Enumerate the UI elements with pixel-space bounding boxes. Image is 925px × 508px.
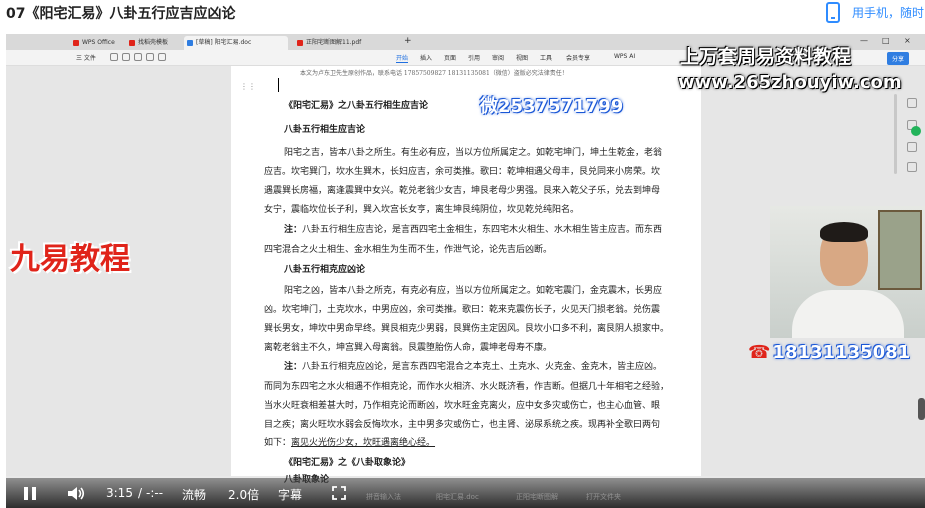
document-paragraph-line: 阳宅之吉，皆本八卦之所生。有生必有应，当以方位所属定之。如乾宅坤门，坤土生乾金，… bbox=[284, 148, 663, 158]
wall-painting bbox=[878, 210, 922, 290]
subtitle-button[interactable]: 字幕 bbox=[278, 486, 302, 503]
time-separator: / bbox=[138, 486, 143, 500]
file-menu[interactable]: 三 文件 bbox=[76, 53, 96, 62]
document-paragraph-line: 注：八卦五行相克应凶论，是言东西四宅混合之本克土、土克水、火克金、金克木，皆主应… bbox=[284, 359, 662, 372]
volume-icon[interactable] bbox=[68, 486, 86, 501]
document-paragraph-line: 目之疾；离火旺坎水弱会反悔坎水，主中男多灾或伤亡，也主肾、泌尿系统之疾。现再补全… bbox=[264, 420, 661, 430]
tab-pdf[interactable]: 正阳宅断图解11.pdf bbox=[294, 36, 361, 50]
wps-ai-button[interactable]: WPS AI bbox=[614, 53, 635, 60]
menu-page[interactable]: 页面 bbox=[444, 53, 456, 62]
webcam-feed bbox=[770, 206, 925, 338]
pdf-icon bbox=[297, 40, 303, 46]
taskbar-item: 拼音输入法 bbox=[366, 493, 401, 501]
taskbar-item: 打开文件夹 bbox=[586, 493, 621, 501]
menu-references[interactable]: 引用 bbox=[468, 53, 480, 62]
tab-label: [草稿] 阳宅汇易.doc bbox=[196, 39, 252, 46]
document-paragraph-line: 应吉。坎宅巽门，坎水生巽木，长妇应吉，余可类推。歌曰：乾坤相遇父母丰，艮兑同来小… bbox=[264, 167, 661, 177]
taskbar-item: 正阳宅断图解 bbox=[516, 493, 558, 501]
document-heading: 八卦五行相克应凶论 bbox=[284, 265, 366, 275]
video-title: 07《阳宅汇易》八卦五行应吉应凶论 bbox=[6, 6, 236, 22]
text-cursor bbox=[278, 78, 279, 92]
menu-tools[interactable]: 工具 bbox=[540, 53, 552, 62]
menu-member[interactable]: 会员专享 bbox=[566, 53, 590, 62]
tab-template[interactable]: 找稻壳模板 bbox=[126, 36, 168, 50]
pause-icon[interactable] bbox=[24, 487, 36, 500]
edit-tool-icon[interactable] bbox=[907, 142, 917, 152]
note-text: 八卦五行相克应凶论，是言东西四宅混合之本克土、土克水、火克金、金克木，皆主应凶。 bbox=[302, 362, 663, 372]
tab-document[interactable]: [草稿] 阳宅汇易.doc bbox=[184, 36, 288, 50]
mobile-phone-icon[interactable] bbox=[826, 2, 840, 23]
note-prefix: 注： bbox=[284, 225, 303, 235]
tab-label: WPS Office bbox=[82, 39, 115, 46]
title-bar: 07《阳宅汇易》八卦五行应吉应凶论 用手机，随时 bbox=[0, 0, 925, 28]
overlay-wechat: 微2537571799 bbox=[480, 96, 624, 117]
document-paragraph-line: 遇震巽长房福，离逢震巽中女兴。乾兑老翁少女吉，坤艮老母少男强。艮来入乾父子乐，兑… bbox=[264, 186, 661, 196]
wps-logo-icon bbox=[73, 40, 79, 46]
share-button[interactable]: 分享 bbox=[886, 52, 909, 65]
fullscreen-icon[interactable] bbox=[332, 486, 346, 500]
tab-label: 找稻壳模板 bbox=[138, 39, 169, 46]
recorded-taskbar: 拼音输入法 阳宅汇易.doc 正阳宅断图解 打开文件夹 bbox=[366, 492, 666, 504]
document-paragraph-line: 巽长男女，坤坎中男命早终。巽艮相克少男弱，艮巽伤主定因风。艮坎小口多不利，离艮阴… bbox=[264, 324, 670, 334]
document-heading: 八卦五行相生应吉论 bbox=[284, 125, 366, 135]
document-paragraph-line: 凶。坎宅坤门，土克坎水，中男应凶，余可类推。歌曰：乾来克震伤长子，火见天门损老翁… bbox=[264, 305, 661, 315]
telephone-icon: ☎ bbox=[748, 342, 771, 363]
underlined-verse: 离见火光伤少女，坎旺遇离绝心经。 bbox=[291, 438, 436, 448]
plain-text: 如下： bbox=[264, 438, 292, 448]
player-side-handle[interactable] bbox=[918, 398, 925, 420]
document-heading: 《阳宅汇易》之《八卦取象论》 bbox=[284, 458, 411, 468]
document-paragraph-line: 离乾老翁主不久，坤宫巽入母离翁。艮震堕胎伤人命，震坤老母寿不康。 bbox=[264, 343, 553, 353]
cursor-tool-icon[interactable] bbox=[907, 98, 917, 108]
duration: -:-- bbox=[146, 486, 164, 500]
document-scrollbar[interactable] bbox=[894, 94, 897, 174]
word-doc-icon bbox=[187, 40, 193, 46]
document-paragraph-line: 四宅混合之火土相生、金水相生为生而不生，作泄气论，论先吉后凶断。 bbox=[264, 245, 553, 255]
current-time: 3:15 bbox=[106, 486, 133, 500]
redo-icon[interactable] bbox=[158, 53, 166, 61]
maximize-button[interactable]: □ bbox=[882, 36, 890, 45]
drag-handle-icon[interactable]: ⋮⋮ bbox=[240, 82, 256, 91]
document-paragraph-line: 女宁，震临坎位长子利，巽入坎宫长女亨，离生坤艮纯阴位，坎见乾兑纯阳名。 bbox=[264, 205, 580, 215]
quality-button[interactable]: 流畅 bbox=[182, 486, 206, 503]
menu-review[interactable]: 审阅 bbox=[492, 53, 504, 62]
tab-wps-office[interactable]: WPS Office bbox=[70, 36, 115, 50]
presenter-hair bbox=[820, 222, 868, 242]
document-heading: 《阳宅汇易》之八卦五行相生应吉论 bbox=[284, 101, 429, 111]
screen: 07《阳宅汇易》八卦五行应吉应凶论 用手机，随时 WPS Office 找稻壳模… bbox=[0, 0, 925, 508]
folder-icon[interactable] bbox=[110, 53, 118, 61]
overlay-phone-number: 18131135081 bbox=[772, 342, 911, 363]
player-control-bar: 3:15 / -:-- 流畅 2.0倍 字幕 拼音输入法 阳宅汇易.doc 正阳… bbox=[6, 478, 925, 508]
document-paragraph-line: 注：八卦五行相生应吉论，是言西四宅土金相生，东四宅木火相生、水木相生皆主应吉。而… bbox=[284, 222, 662, 235]
mobile-watch-link[interactable]: 用手机，随时 bbox=[852, 4, 924, 21]
document-paragraph-line: 阳宅之凶，皆本八卦之所克，有克必有应，当以方位所属定之。如乾宅震门，金克震木，长… bbox=[284, 286, 663, 296]
note-prefix: 注： bbox=[284, 362, 303, 372]
undo-icon[interactable] bbox=[146, 53, 154, 61]
document-paragraph-line: 当水火旺衰相差甚大时，乃作相克论而断凶，坎水旺金克离火，应中女多灾或伤亡，也主心… bbox=[264, 401, 661, 411]
overlay-url: www.265zhouyiw.com bbox=[678, 72, 902, 93]
close-button[interactable]: × bbox=[904, 36, 911, 45]
menu-insert[interactable]: 插入 bbox=[420, 53, 432, 62]
overlay-phone: ☎ 18131135081 bbox=[748, 342, 910, 363]
save-icon[interactable] bbox=[122, 53, 130, 61]
status-dot-icon bbox=[911, 126, 921, 136]
speed-button[interactable]: 2.0倍 bbox=[228, 486, 259, 503]
presenter-body bbox=[792, 290, 904, 338]
overlay-title: 上万套周易资料教程 bbox=[680, 46, 852, 68]
print-icon[interactable] bbox=[134, 53, 142, 61]
minimize-button[interactable]: — bbox=[860, 36, 868, 45]
video-player[interactable]: WPS Office 找稻壳模板 [草稿] 阳宅汇易.doc 正阳宅断图解11.… bbox=[6, 34, 925, 508]
document-paragraph-line: 而同为东四宅之水火相遇不作相克论，而作水火相济、水火既济看，作吉断。但据几十年相… bbox=[264, 382, 670, 392]
menu-view[interactable]: 视图 bbox=[516, 53, 528, 62]
menu-home[interactable]: 开始 bbox=[396, 53, 409, 63]
tab-label: 正阳宅断图解11.pdf bbox=[306, 39, 362, 46]
template-icon bbox=[129, 40, 135, 46]
note-text: 八卦五行相生应吉论，是言西四宅土金相生，东四宅木火相生、水木相生皆主应吉。而东西 bbox=[302, 225, 663, 235]
document-paragraph-line: 如下：离见火光伤少女，坎旺遇离绝心经。 bbox=[264, 435, 435, 448]
style-tool-icon[interactable] bbox=[907, 162, 917, 172]
taskbar-item: 阳宅汇易.doc bbox=[436, 493, 479, 501]
add-tab-button[interactable]: + bbox=[404, 36, 412, 46]
overlay-brand-watermark: 九易教程 bbox=[10, 242, 130, 277]
document-header-line: 本文为卢东卫先生原创作品，联系电话 17857509827 1813113508… bbox=[300, 70, 568, 77]
